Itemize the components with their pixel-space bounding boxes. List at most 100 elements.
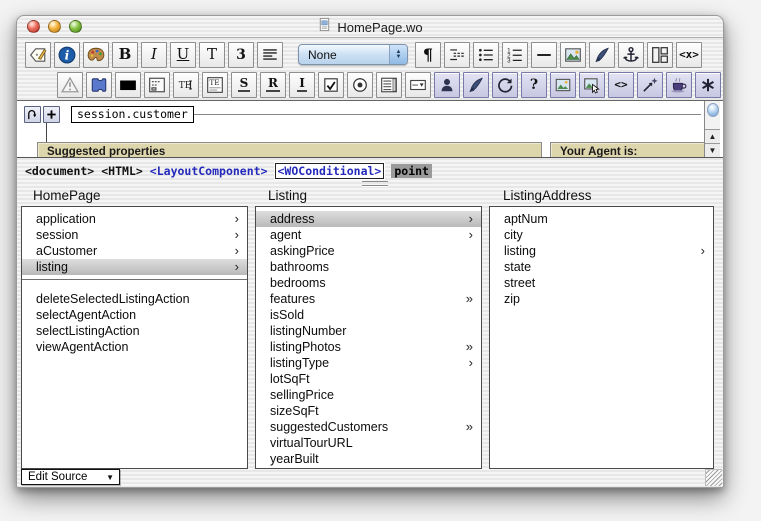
black-box-icon xyxy=(119,76,137,94)
list-item-sellingPrice[interactable]: sellingPrice xyxy=(256,387,481,403)
scroll-down-button[interactable]: ▼ xyxy=(705,143,720,157)
list-item-features[interactable]: features» xyxy=(256,291,481,307)
path-item-document[interactable]: <document> xyxy=(25,164,94,178)
text-area-button[interactable]: TE xyxy=(202,72,228,98)
list-item-aCustomer[interactable]: aCustomer› xyxy=(22,243,247,259)
list-item-sizeSqFt[interactable]: sizeSqFt xyxy=(256,403,481,419)
italic-button[interactable]: I xyxy=(141,42,167,68)
list-item-listingType[interactable]: listingType› xyxy=(256,355,481,371)
list-item-agent[interactable]: agent› xyxy=(256,227,481,243)
list-item-label: zip xyxy=(504,292,520,306)
java-button[interactable] xyxy=(666,72,692,98)
scrollbar-thumb[interactable] xyxy=(707,103,719,117)
popup-button-button[interactable] xyxy=(405,72,431,98)
list-item-lotSqFt[interactable]: lotSqFt xyxy=(256,371,481,387)
frames-button[interactable] xyxy=(647,42,673,68)
definition-list-button[interactable] xyxy=(444,42,470,68)
wo-component-button[interactable] xyxy=(86,72,112,98)
preview-scrollbar[interactable]: ▲ ▼ xyxy=(704,101,720,157)
condition-hook-button[interactable] xyxy=(24,106,41,123)
format-dropdown[interactable]: None ▲▼ xyxy=(298,44,408,65)
input-button-button[interactable]: I xyxy=(289,72,315,98)
column-title-homepage: HomePage xyxy=(33,188,101,203)
add-binding-button[interactable] xyxy=(43,106,60,123)
list-item-session[interactable]: session› xyxy=(22,227,247,243)
browser-column-listingaddress: aptNumcitylisting›statestreetzip xyxy=(489,206,714,469)
list-item-deleteSelectedListingAction[interactable]: deleteSelectedListingAction xyxy=(22,291,247,307)
list-item-listing[interactable]: listing› xyxy=(490,243,713,259)
bold-label: B xyxy=(119,47,132,62)
path-item-woconditional[interactable]: <WOConditional> xyxy=(275,163,385,179)
warning-button[interactable] xyxy=(57,72,83,98)
list-item-listing[interactable]: listing› xyxy=(22,259,247,275)
image-map-button[interactable] xyxy=(579,72,605,98)
binding-label[interactable]: session.customer xyxy=(71,106,194,123)
text-field-button[interactable]: TE xyxy=(173,72,199,98)
title-bar[interactable]: HomePage.wo xyxy=(17,16,723,38)
splitter-grip[interactable] xyxy=(362,181,388,186)
reset-button-button[interactable]: R xyxy=(260,72,286,98)
custom-element-button[interactable] xyxy=(695,72,721,98)
applet-button[interactable] xyxy=(637,72,663,98)
horizontal-rule-button[interactable] xyxy=(531,42,557,68)
list-item-application[interactable]: application› xyxy=(22,211,247,227)
bulleted-list-button[interactable] xyxy=(473,42,499,68)
list-item-yearBuilt[interactable]: yearBuilt xyxy=(256,451,481,467)
path-item-layoutcomponent[interactable]: <LayoutComponent> xyxy=(150,164,268,178)
bold-button[interactable]: B xyxy=(112,42,138,68)
heading-button[interactable]: 3 xyxy=(228,42,254,68)
list-item-listingNumber[interactable]: listingNumber xyxy=(256,323,481,339)
path-item-html[interactable]: <HTML> xyxy=(101,164,143,178)
align-left-button[interactable] xyxy=(257,42,283,68)
list-item-bathrooms[interactable]: bathrooms xyxy=(256,259,481,275)
form-button[interactable] xyxy=(144,72,170,98)
binding-connector-line xyxy=(194,114,701,115)
underline-button[interactable]: U xyxy=(170,42,196,68)
list-item-virtualTourURL[interactable]: virtualTourURL xyxy=(256,435,481,451)
path-item-point[interactable]: point xyxy=(391,164,432,178)
checkbox-button[interactable] xyxy=(318,72,344,98)
list-item-aptNum[interactable]: aptNum xyxy=(490,211,713,227)
radio-button-button[interactable] xyxy=(347,72,373,98)
wo-tag-button[interactable]: <> xyxy=(608,72,634,98)
edit-source-dropdown[interactable]: Edit Source ▼ xyxy=(21,469,120,485)
list-item-selectAgentAction[interactable]: selectAgentAction xyxy=(22,307,247,323)
help-button[interactable]: ? xyxy=(521,72,547,98)
list-item-askingPrice[interactable]: askingPrice xyxy=(256,243,481,259)
list-item-street[interactable]: street xyxy=(490,275,713,291)
image-button[interactable] xyxy=(560,42,586,68)
browser-list-button[interactable] xyxy=(376,72,402,98)
dynamic-box-button[interactable] xyxy=(115,72,141,98)
active-image-button[interactable] xyxy=(550,72,576,98)
paragraph-button[interactable]: ¶ xyxy=(415,42,441,68)
info-button[interactable]: i xyxy=(54,42,80,68)
inspector-button[interactable] xyxy=(25,42,51,68)
window-title: HomePage.wo xyxy=(337,20,422,35)
list-item-zip[interactable]: zip xyxy=(490,291,713,307)
person-button[interactable] xyxy=(434,72,460,98)
list-item-suggestedCustomers[interactable]: suggestedCustomers» xyxy=(256,419,481,435)
list-item-city[interactable]: city xyxy=(490,227,713,243)
list-item-selectListingAction[interactable]: selectListingAction xyxy=(22,323,247,339)
quill-button[interactable] xyxy=(463,72,489,98)
list-item-state[interactable]: state xyxy=(490,259,713,275)
numbered-list-button[interactable]: 123 xyxy=(502,42,528,68)
table-header-cell-agent[interactable]: Your Agent is: xyxy=(550,142,707,158)
list-item-viewAgentAction[interactable]: viewAgentAction xyxy=(22,339,247,355)
scroll-up-button[interactable]: ▲ xyxy=(705,129,720,143)
chevron-right-icon: › xyxy=(469,356,473,370)
list-item-address[interactable]: address› xyxy=(256,211,481,227)
list-item-bedrooms[interactable]: bedrooms xyxy=(256,275,481,291)
submit-button-button[interactable]: S xyxy=(231,72,257,98)
custom-tag-button[interactable]: <x> xyxy=(676,42,702,68)
colors-button[interactable] xyxy=(83,42,109,68)
list-item-isSold[interactable]: isSold xyxy=(256,307,481,323)
list-item-listingPhotos[interactable]: listingPhotos» xyxy=(256,339,481,355)
bulleted-list-icon xyxy=(477,46,495,64)
table-header-cell-suggested[interactable]: Suggested properties xyxy=(37,142,542,158)
refresh-button[interactable] xyxy=(492,72,518,98)
teletype-button[interactable]: T xyxy=(199,42,225,68)
anchor-button[interactable] xyxy=(618,42,644,68)
hyperlink-button[interactable] xyxy=(589,42,615,68)
resize-grip[interactable] xyxy=(705,469,722,486)
